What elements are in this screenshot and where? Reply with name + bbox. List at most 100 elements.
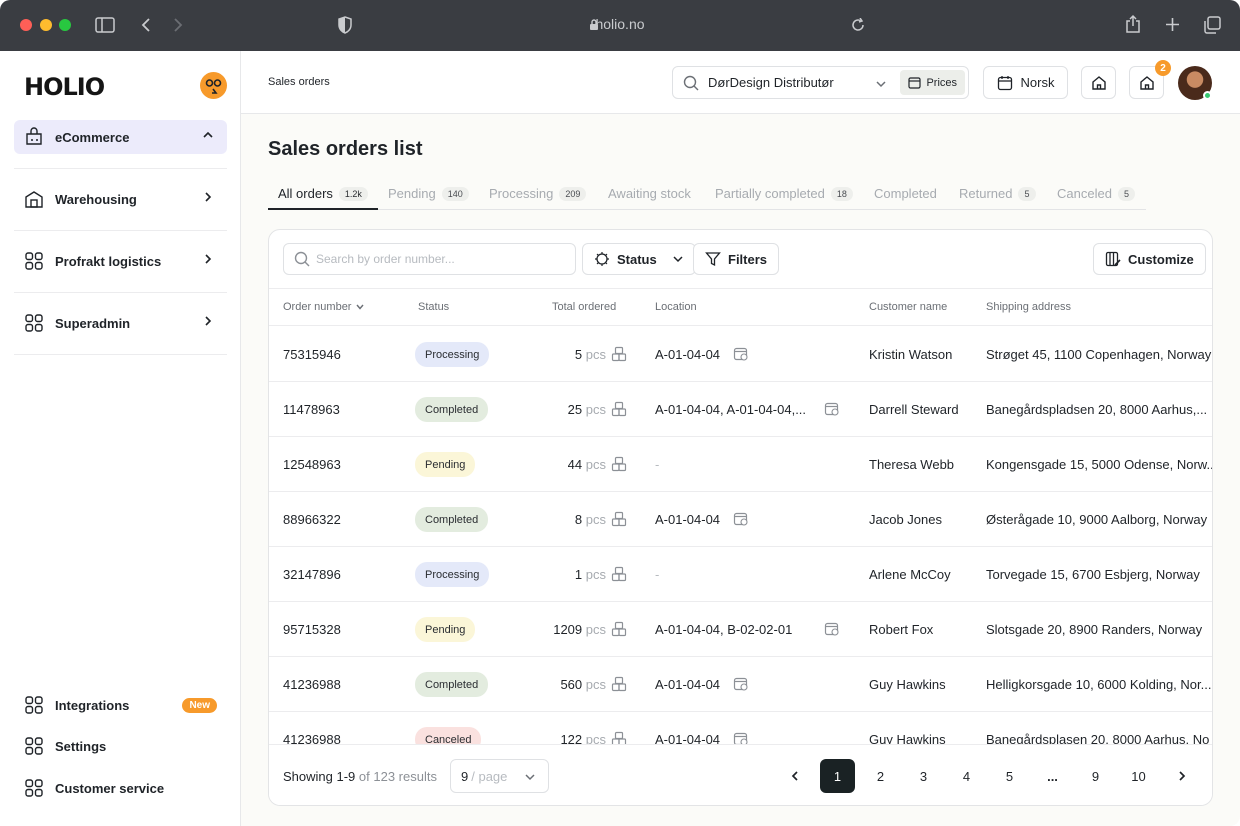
distributor-selector[interactable]: DørDesign Distributør Prices bbox=[672, 66, 969, 99]
chevron-down-icon[interactable] bbox=[875, 78, 887, 90]
forward-icon[interactable] bbox=[172, 17, 184, 33]
new-tab-icon[interactable] bbox=[1165, 17, 1180, 32]
tab-partially-completed[interactable]: Partially completed 18 bbox=[705, 186, 853, 210]
table-row[interactable]: 95715328 Pending 1209 pcs A-01-04-04, B-02-… bbox=[269, 602, 1212, 657]
sidebar-item-warehousing[interactable]: Warehousing bbox=[14, 182, 227, 216]
tab-canceled[interactable]: Canceled 5 bbox=[1047, 186, 1135, 210]
order-number[interactable]: 95715328 bbox=[283, 622, 341, 637]
shield-icon[interactable] bbox=[338, 16, 352, 34]
search-field[interactable] bbox=[283, 243, 576, 275]
notifications-button[interactable]: 2 bbox=[1129, 60, 1171, 99]
maximize-window-button[interactable] bbox=[59, 19, 71, 31]
home-button[interactable] bbox=[1081, 66, 1116, 99]
reload-icon[interactable] bbox=[851, 18, 865, 32]
tab-pending[interactable]: Pending 140 bbox=[378, 186, 469, 210]
order-number[interactable]: 12548963 bbox=[283, 457, 341, 472]
stock-boxes-icon[interactable] bbox=[611, 566, 627, 587]
holio-logo[interactable]: HOLIO bbox=[24, 73, 105, 101]
tab-count: 140 bbox=[441, 187, 469, 201]
next-page-button[interactable] bbox=[1164, 759, 1199, 793]
tab-all-orders[interactable]: All orders 1.2k bbox=[268, 186, 378, 210]
quantity-value: 1209 bbox=[553, 622, 583, 637]
table-row[interactable]: 12548963 Pending 44 pcs - Theresa Webb Kongen… bbox=[269, 437, 1212, 492]
page-title: Sales orders list bbox=[268, 138, 423, 160]
sidebar-item-integrations[interactable]: Integrations New bbox=[14, 688, 227, 722]
page-button-2[interactable]: 2 bbox=[863, 759, 898, 793]
sort-chevron-down-icon[interactable] bbox=[355, 302, 365, 312]
table-row[interactable]: 41236988 Completed 560 pcs A-01-04-04 Guy Ha… bbox=[269, 657, 1212, 712]
stock-boxes-icon[interactable] bbox=[611, 401, 627, 422]
total-ordered: 1 pcs bbox=[575, 567, 606, 582]
table-row[interactable]: 75315946 Processing 5 pcs A-01-04-04 Kristin… bbox=[269, 327, 1212, 382]
sidebar-item-customer-service[interactable]: Customer service bbox=[14, 771, 227, 805]
sidebar-item-label: Customer service bbox=[55, 780, 165, 796]
total-ordered: 44 pcs bbox=[568, 457, 606, 472]
sidebar-item-ecommerce[interactable]: eCommerce bbox=[14, 120, 227, 154]
tab-completed[interactable]: Completed bbox=[864, 186, 937, 210]
divider bbox=[14, 168, 227, 169]
order-number[interactable]: 41236988 bbox=[283, 677, 341, 692]
app-header: Sales orders DørDesign Distributør Price… bbox=[241, 51, 1240, 114]
avatar[interactable] bbox=[1178, 66, 1212, 100]
back-icon[interactable] bbox=[140, 17, 152, 33]
column-header-order-number[interactable]: Order number bbox=[283, 301, 365, 313]
notification-count-badge: 2 bbox=[1155, 60, 1171, 76]
order-number[interactable]: 32147896 bbox=[283, 567, 341, 582]
tab-processing[interactable]: Processing 209 bbox=[479, 186, 587, 210]
breadcrumb[interactable]: Sales orders bbox=[268, 76, 330, 88]
page-button-5[interactable]: 5 bbox=[992, 759, 1027, 793]
location-details-icon[interactable] bbox=[824, 621, 840, 642]
page-button-9[interactable]: 9 bbox=[1078, 759, 1113, 793]
prices-button[interactable]: Prices bbox=[900, 70, 965, 95]
app-window: holio.no HOLIO eCommerce Warehousing Pro… bbox=[0, 0, 1240, 826]
divider bbox=[14, 292, 227, 293]
stock-boxes-icon[interactable] bbox=[611, 676, 627, 697]
table-row[interactable]: 32147896 Processing 1 pcs - Arlene McCoy Torv… bbox=[269, 547, 1212, 602]
page-button-1[interactable]: 1 bbox=[820, 759, 855, 793]
divider bbox=[14, 230, 227, 231]
language-button[interactable]: Norsk bbox=[983, 66, 1068, 99]
order-number[interactable]: 11478963 bbox=[283, 402, 340, 417]
stock-boxes-icon[interactable] bbox=[611, 456, 627, 477]
unit-label: pcs bbox=[585, 622, 606, 637]
table-row[interactable]: 88966322 Completed 8 pcs A-01-04-04 Jacob Jo… bbox=[269, 492, 1212, 547]
sidebar-item-label: Settings bbox=[55, 738, 107, 754]
tab-returned[interactable]: Returned 5 bbox=[949, 186, 1036, 210]
location-details-icon[interactable] bbox=[733, 676, 749, 697]
tabs-overview-icon[interactable] bbox=[1203, 16, 1221, 34]
per-page-select[interactable]: 9 / page bbox=[450, 759, 549, 793]
customize-button[interactable]: Customize bbox=[1093, 243, 1206, 275]
sidebar-item-superadmin[interactable]: Superadmin bbox=[14, 306, 227, 340]
location-details-icon[interactable] bbox=[733, 346, 749, 367]
stock-boxes-icon[interactable] bbox=[611, 511, 627, 532]
page-button-4[interactable]: 4 bbox=[949, 759, 984, 793]
tab-label: All orders bbox=[278, 186, 333, 201]
search-input[interactable] bbox=[316, 252, 556, 266]
table-row[interactable]: 11478963 Completed 25 pcs A-01-04-04, A-01-… bbox=[269, 382, 1212, 437]
sidebar-item-settings[interactable]: Settings bbox=[14, 729, 227, 763]
sidebar-toggle-icon[interactable] bbox=[95, 17, 115, 33]
share-icon[interactable] bbox=[1125, 14, 1141, 34]
stock-boxes-icon[interactable] bbox=[611, 346, 627, 367]
minimize-window-button[interactable] bbox=[40, 19, 52, 31]
tab-count: 1.2k bbox=[338, 187, 368, 201]
tab-awaiting-stock[interactable]: Awaiting stock bbox=[598, 186, 691, 210]
status-filter-button[interactable]: Status bbox=[582, 243, 696, 275]
close-window-button[interactable] bbox=[20, 19, 32, 31]
page-button-3[interactable]: 3 bbox=[906, 759, 941, 793]
sidebar-item-profrakt-logistics[interactable]: Profrakt logistics bbox=[14, 244, 227, 278]
location-details-icon[interactable] bbox=[824, 401, 840, 422]
workspace-badge-icon[interactable] bbox=[200, 72, 227, 99]
filters-button[interactable]: Filters bbox=[693, 243, 780, 275]
chevron-right-icon bbox=[1178, 771, 1185, 781]
stock-boxes-icon[interactable] bbox=[611, 621, 627, 642]
previous-page-button[interactable] bbox=[777, 759, 812, 793]
page-button-10[interactable]: 10 bbox=[1121, 759, 1156, 793]
order-number[interactable]: 88966322 bbox=[283, 512, 341, 527]
quantity-value: 5 bbox=[574, 347, 583, 362]
order-number[interactable]: 75315946 bbox=[283, 347, 341, 362]
location-details-icon[interactable] bbox=[733, 511, 749, 532]
grid-icon bbox=[24, 251, 44, 271]
address-bar[interactable]: holio.no bbox=[560, 16, 680, 32]
tab-count: 5 bbox=[1018, 187, 1036, 201]
